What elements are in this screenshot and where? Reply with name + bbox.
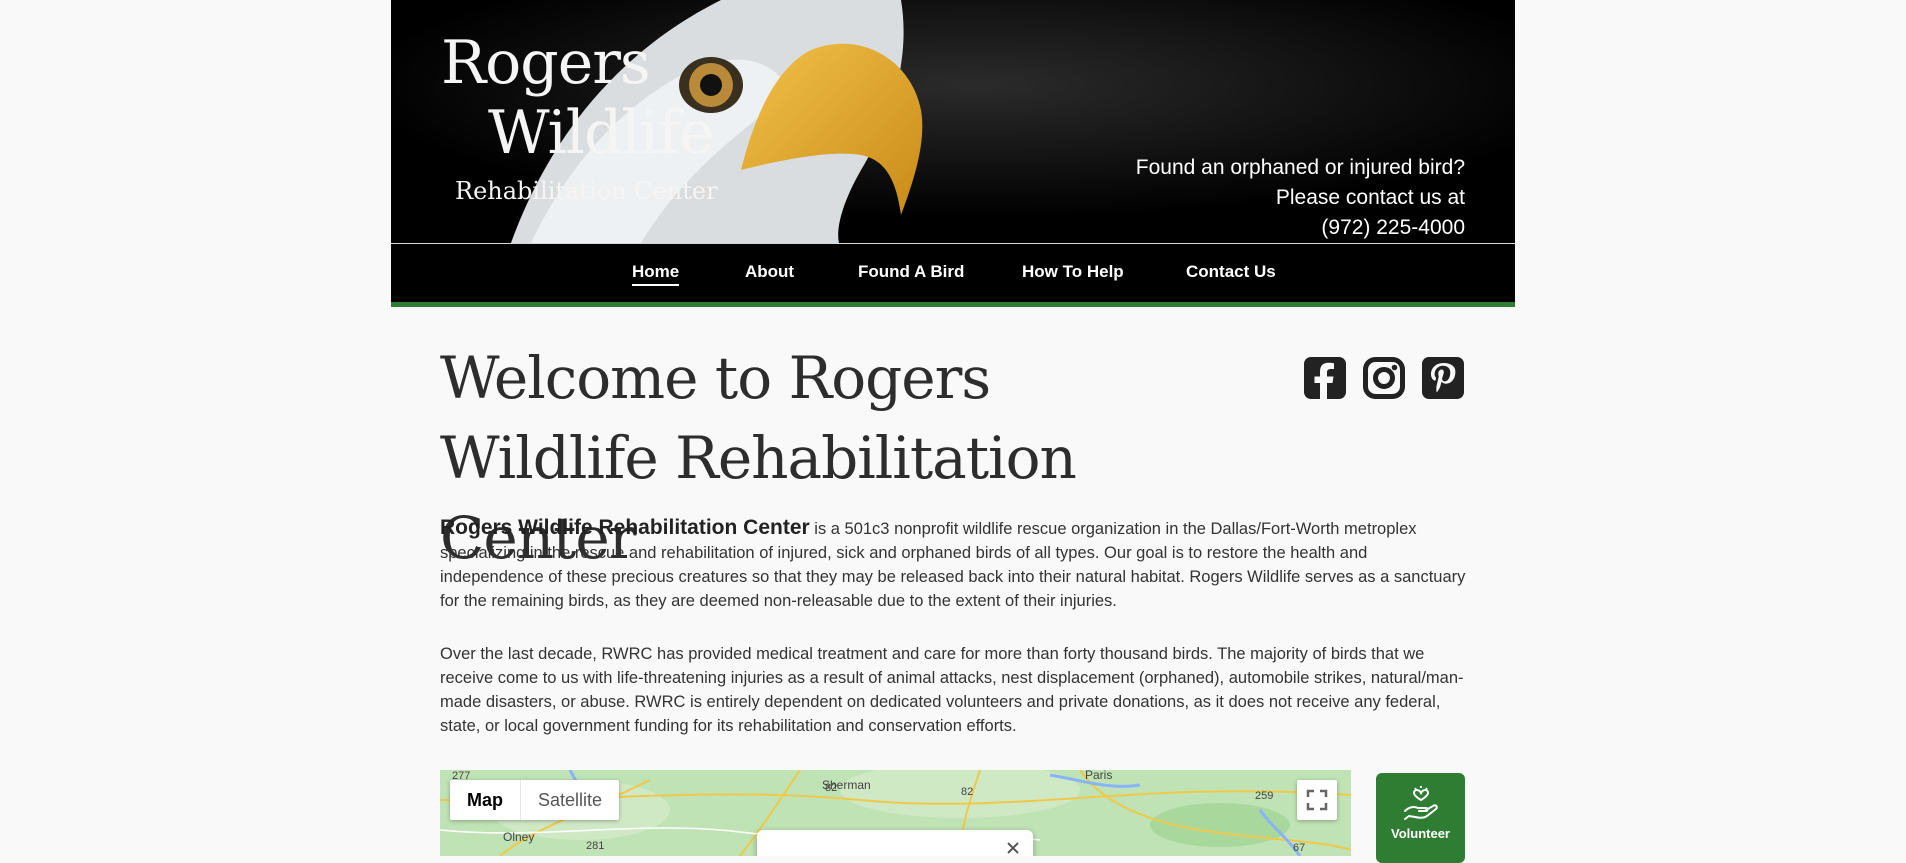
map-type-satellite-button[interactable]: Satellite (521, 780, 619, 820)
pinterest-icon[interactable] (1422, 357, 1464, 399)
close-icon[interactable] (1005, 840, 1021, 856)
hand-heart-icon (1404, 786, 1438, 820)
logo-line-rehab: Rehabilitation Center (455, 177, 718, 205)
map-road-shield: 281 (586, 840, 605, 852)
history-paragraph: Over the last decade, RWRC has provided … (440, 645, 1464, 735)
map-road-shield: 82 (825, 782, 838, 794)
nav-found-a-bird[interactable]: Found A Bird (858, 262, 964, 282)
google-map[interactable]: 277 Sherman Paris Olney 82 82 259 281 67… (440, 770, 1351, 856)
header-contact: Found an orphaned or injured bird? Pleas… (1136, 153, 1465, 243)
main-nav: Home About Found A Bird How To Help Cont… (391, 243, 1515, 307)
map-place-paris: Paris (1085, 770, 1113, 782)
intro-org-name: Rogers Wildlife Rehabilitation Center (440, 516, 810, 539)
contact-phone[interactable]: (972) 225-4000 (1136, 213, 1465, 243)
map-road-shield: 259 (1255, 790, 1274, 802)
facebook-icon[interactable] (1304, 357, 1346, 399)
map-type-map-button[interactable]: Map (450, 780, 521, 820)
map-info-window (757, 830, 1033, 856)
map-road-shield: 82 (961, 786, 974, 798)
volunteer-button[interactable]: Volunteer (1376, 773, 1465, 863)
nav-home[interactable]: Home (632, 262, 680, 286)
contact-line-1: Found an orphaned or injured bird? (1135, 156, 1465, 179)
volunteer-label: Volunteer (1391, 826, 1450, 841)
map-type-control: Map Satellite (450, 780, 620, 820)
site-header: Rogers Wildlife Rehabilitation Center Fo… (391, 0, 1515, 243)
page: Rogers Wildlife Rehabilitation Center Fo… (391, 0, 1515, 863)
nav-about[interactable]: About (745, 262, 794, 282)
nav-how-to-help[interactable]: How To Help (1022, 262, 1124, 282)
instagram-icon[interactable] (1363, 357, 1405, 399)
map-place-olney: Olney (503, 830, 535, 844)
fullscreen-icon (1306, 789, 1328, 811)
map-road-shield: 67 (1293, 842, 1306, 854)
logo-line-wildlife: Wildlife (488, 98, 714, 168)
nav-contact-us[interactable]: Contact Us (1186, 262, 1276, 282)
contact-line-2: Please contact us at (1275, 186, 1465, 209)
map-fullscreen-button[interactable] (1297, 780, 1337, 820)
intro-paragraph: Rogers Wildlife Rehabilitation Center is… (440, 516, 1470, 613)
logo-line-rogers: Rogers (441, 28, 651, 98)
